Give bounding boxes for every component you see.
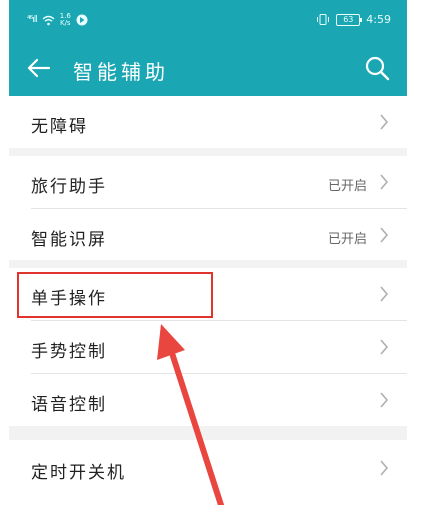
chevron-right-icon bbox=[380, 392, 389, 408]
chevron-right-icon bbox=[380, 227, 389, 243]
status-time: 4:59 bbox=[366, 13, 391, 26]
row-smart-screen-recognition[interactable]: 智能识屏 已开启 bbox=[9, 209, 407, 261]
battery-indicator: 63 bbox=[336, 13, 363, 26]
row-label: 旅行助手 bbox=[31, 177, 107, 197]
row-label: 无障碍 bbox=[31, 117, 88, 137]
chevron-right-icon bbox=[380, 460, 389, 476]
chevron-right-icon bbox=[380, 286, 389, 302]
phone-screen: ⁴⁶ıll 1.6 K/s 63 4:59 智能辅助 无障碍 旅行助手 已开启 … bbox=[9, 0, 407, 505]
row-label: 语音控制 bbox=[31, 395, 107, 415]
chevron-right-icon bbox=[380, 339, 389, 355]
network-speed-unit: K/s bbox=[59, 19, 71, 27]
row-travel-assistant[interactable]: 旅行助手 已开启 bbox=[9, 156, 407, 208]
wifi-icon bbox=[42, 15, 55, 25]
status-bar: ⁴⁶ıll 1.6 K/s 63 4:59 bbox=[9, 10, 407, 30]
network-speed: 1.6 K/s bbox=[60, 13, 71, 27]
status-right: 63 4:59 bbox=[316, 13, 391, 26]
row-label: 智能识屏 bbox=[31, 230, 107, 250]
search-icon[interactable] bbox=[363, 54, 391, 82]
back-arrow-icon[interactable] bbox=[25, 54, 53, 82]
row-status: 已开启 bbox=[327, 232, 367, 247]
chevron-right-icon bbox=[380, 174, 389, 190]
row-accessibility[interactable]: 无障碍 bbox=[9, 96, 407, 148]
row-label: 手势控制 bbox=[31, 342, 107, 362]
row-label: 定时开关机 bbox=[31, 463, 126, 483]
app-notification-icon bbox=[76, 14, 88, 26]
row-status: 已开启 bbox=[327, 179, 367, 194]
annotation-arrow bbox=[157, 324, 224, 505]
vibrate-icon bbox=[317, 14, 330, 25]
chevron-right-icon bbox=[380, 114, 389, 130]
settings-group-2: 旅行助手 已开启 智能识屏 已开启 bbox=[9, 156, 407, 260]
signal-indicator: ⁴⁶ıll bbox=[27, 15, 38, 25]
app-bar: 智能辅助 bbox=[9, 48, 407, 88]
page-title: 智能辅助 bbox=[73, 60, 169, 84]
header: ⁴⁶ıll 1.6 K/s 63 4:59 智能辅助 bbox=[9, 0, 407, 96]
highlight-box bbox=[17, 272, 213, 318]
settings-group-1: 无障碍 bbox=[9, 96, 407, 148]
status-left: ⁴⁶ıll 1.6 K/s bbox=[27, 13, 88, 27]
